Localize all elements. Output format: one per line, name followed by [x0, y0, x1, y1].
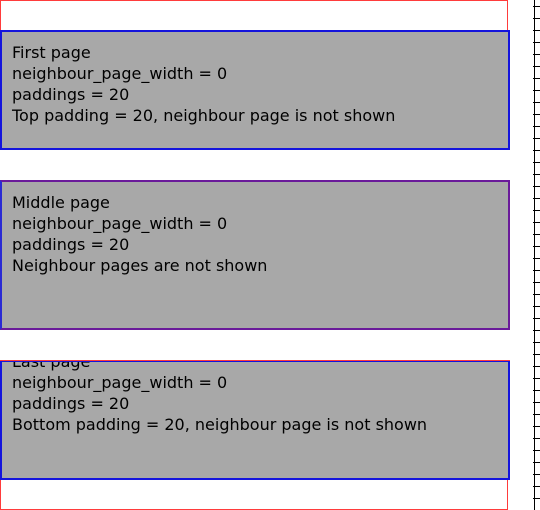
neighbour-width-label: neighbour_page_width = 0: [12, 373, 228, 392]
scrollbar-tick: [533, 414, 540, 415]
scrollbar-tick: [533, 54, 540, 55]
page-title: First page: [12, 43, 91, 62]
page-title: Last page: [12, 360, 91, 371]
page-note: Bottom padding = 20, neighbour page is n…: [12, 415, 428, 434]
page-card-last[interactable]: Last page neighbour_page_width = 0 paddi…: [0, 360, 510, 480]
scrollbar-tick: [533, 366, 540, 367]
scrollbar-tick: [533, 498, 540, 499]
scrollbar-tick: [533, 294, 540, 295]
scrollbar-tick: [533, 6, 540, 7]
scrollbar-tick: [533, 42, 540, 43]
page-frame-last-top-edge: [0, 360, 510, 361]
scroll-clip-band: [0, 330, 510, 360]
page-card-first[interactable]: First page neighbour_page_width = 0 padd…: [0, 30, 510, 150]
scrollbar-tick: [533, 66, 540, 67]
page-gallery[interactable]: First page neighbour_page_width = 0 padd…: [0, 0, 540, 510]
scrollbar-tick: [533, 234, 540, 235]
scrollbar-tick: [533, 174, 540, 175]
scrollbar-tick: [533, 342, 540, 343]
scrollbar-tick: [533, 198, 540, 199]
scrollbar-tick: [533, 390, 540, 391]
page-title: Middle page: [12, 193, 110, 212]
paddings-label: paddings = 20: [12, 235, 130, 254]
scrollbar-tick: [533, 450, 540, 451]
scrollbar-tick: [533, 150, 540, 151]
scrollbar-tick: [533, 162, 540, 163]
scrollbar-tick: [533, 30, 540, 31]
scrollbar-tick: [533, 402, 540, 403]
scrollbar-tick: [533, 426, 540, 427]
scrollbar-tick: [533, 222, 540, 223]
neighbour-width-label: neighbour_page_width = 0: [12, 214, 228, 233]
paddings-label: paddings = 20: [12, 394, 130, 413]
scrollbar-tick: [533, 126, 540, 127]
neighbour-width-label: neighbour_page_width = 0: [12, 64, 228, 83]
scrollbar-tick: [533, 114, 540, 115]
scrollbar-tick: [533, 462, 540, 463]
scrollbar-tick: [533, 210, 540, 211]
scrollbar-tick: [533, 306, 540, 307]
scrollbar-tick: [533, 246, 540, 247]
scrollbar-tick: [533, 18, 540, 19]
scrollbar-tick: [533, 330, 540, 331]
page-card-middle[interactable]: Middle page neighbour_page_width = 0 pad…: [0, 180, 510, 330]
scrollbar-track[interactable]: [534, 0, 535, 510]
scrollbar-tick: [533, 318, 540, 319]
scrollbar-tick: [533, 486, 540, 487]
scrollbar-tick: [533, 378, 540, 379]
scrollbar-tick: [533, 78, 540, 79]
scrollbar-tick: [533, 354, 540, 355]
scrollbar-tick: [533, 90, 540, 91]
scrollbar-tick: [533, 282, 540, 283]
scrollbar-tick: [533, 474, 540, 475]
scrollbar-tick: [533, 186, 540, 187]
page-note: Top padding = 20, neighbour page is not …: [12, 106, 396, 125]
scrollbar-tick: [533, 138, 540, 139]
scrollbar-tick: [533, 438, 540, 439]
scrollbar-tick: [533, 102, 540, 103]
scrollbar-tick: [533, 258, 540, 259]
scrollbar-tick: [533, 270, 540, 271]
paddings-label: paddings = 20: [12, 85, 130, 104]
page-note: Neighbour pages are not shown: [12, 256, 268, 275]
